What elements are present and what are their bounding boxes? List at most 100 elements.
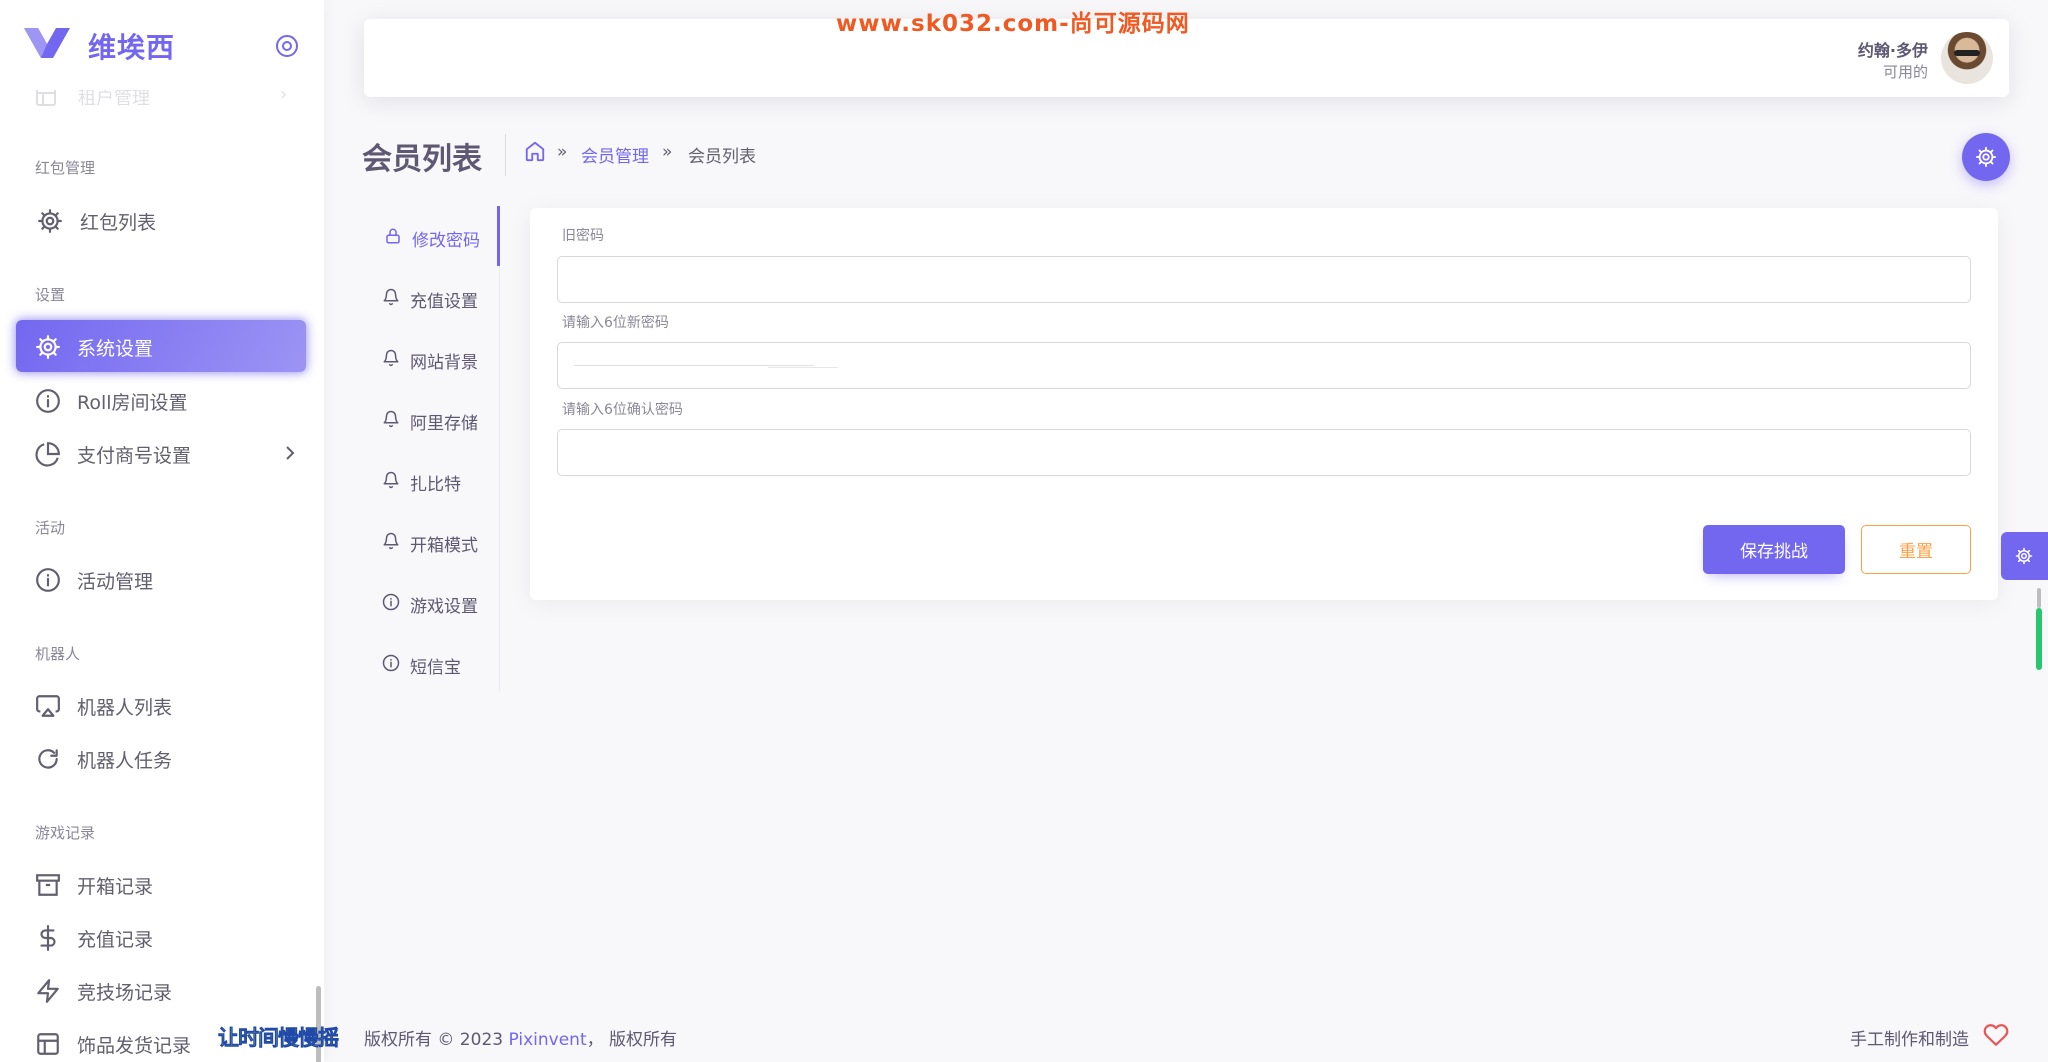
footer-copyright: 版权所有 © 2023 Pixinvent， 版权所有 bbox=[364, 1025, 677, 1050]
user-status: 可用的 bbox=[1882, 63, 1928, 81]
sidebar-item-roll-room[interactable]: Roll房间设置 bbox=[16, 374, 306, 426]
gear-icon bbox=[1975, 146, 1997, 168]
tab-label: 开箱模式 bbox=[410, 536, 478, 556]
breadcrumb-separator: » bbox=[662, 142, 673, 162]
footer-overlay-text: 让时间慢慢摇 bbox=[218, 1026, 340, 1051]
gear-icon bbox=[38, 209, 62, 233]
info-icon bbox=[382, 593, 400, 611]
breadcrumb-current: 会员列表 bbox=[688, 147, 756, 167]
change-password-card: 旧密码 请输入6位新密码 请输入6位确认密码 保存挑战 重置 bbox=[530, 208, 1998, 600]
sidebar-item-label: 充值记录 bbox=[77, 929, 154, 951]
archive-icon bbox=[36, 874, 60, 896]
sidebar-item-label: 饰品发货记录 bbox=[77, 1035, 192, 1057]
pixinvent-link[interactable]: Pixinvent bbox=[508, 1030, 586, 1050]
save-button[interactable]: 保存挑战 bbox=[1703, 525, 1845, 574]
info-icon bbox=[36, 568, 60, 592]
airplay-icon bbox=[36, 695, 60, 717]
info-icon bbox=[382, 654, 400, 672]
sidebar-item-system-settings[interactable]: 系统设置 bbox=[16, 320, 306, 372]
confirm-password-label: 请输入6位确认密码 bbox=[562, 402, 683, 418]
breadcrumb-separator: » bbox=[557, 142, 568, 162]
bell-icon bbox=[383, 288, 399, 306]
tab-label: 短信宝 bbox=[410, 658, 461, 678]
tab-game-settings[interactable]: 游戏设置 bbox=[364, 580, 500, 624]
heart-icon bbox=[1983, 1024, 2009, 1046]
confirm-password-field[interactable] bbox=[557, 429, 1971, 476]
tab-aliyun-storage[interactable]: 阿里存储 bbox=[364, 397, 500, 441]
settings-tabs: 修改密码 充值设置 网站背景 阿里存储 扎比特 开箱模式 游戏设置 短信宝 bbox=[364, 206, 500, 692]
chevron-right-icon bbox=[286, 446, 295, 460]
sidebar-item-label: 机器人列表 bbox=[77, 697, 173, 719]
tab-recharge-settings[interactable]: 充值设置 bbox=[364, 275, 500, 319]
gear-icon bbox=[2015, 547, 2033, 565]
sidebar-item-recharge-records[interactable]: 充值记录 bbox=[16, 911, 306, 963]
sidebar-item-robot-list[interactable]: 机器人列表 bbox=[16, 679, 306, 731]
gear-icon bbox=[36, 335, 60, 359]
section-title-activity: 活动 bbox=[35, 519, 66, 537]
customizer-toggle-button[interactable] bbox=[2001, 532, 2048, 580]
tab-label: 充值设置 bbox=[410, 292, 478, 312]
tab-website-background[interactable]: 网站背景 bbox=[364, 336, 500, 380]
tab-label: 修改密码 bbox=[412, 231, 480, 251]
watermark-text: www.sk032.com-尚可源码网 bbox=[836, 11, 1190, 37]
sidebar-item-payment-merchant[interactable]: 支付商号设置 bbox=[16, 427, 306, 479]
dollar-icon bbox=[40, 925, 56, 951]
tab-label: 游戏设置 bbox=[410, 597, 478, 617]
new-password-field[interactable] bbox=[557, 342, 1971, 389]
section-title-game-records: 游戏记录 bbox=[35, 824, 96, 842]
copyright-prefix: 版权所有 © 2023 bbox=[364, 1030, 509, 1050]
bell-icon bbox=[383, 471, 399, 489]
sidebar-item-label: Roll房间设置 bbox=[77, 392, 188, 414]
lock-icon bbox=[386, 228, 400, 244]
scrollbar-thumb[interactable] bbox=[2036, 608, 2042, 670]
sidebar-item-arena-records[interactable]: 竞技场记录 bbox=[16, 964, 306, 1016]
reset-button[interactable]: 重置 bbox=[1861, 525, 1971, 574]
tab-unbox-mode[interactable]: 开箱模式 bbox=[364, 519, 500, 563]
layout-icon bbox=[37, 1033, 59, 1055]
section-title-redpacket: 红包管理 bbox=[35, 159, 96, 177]
tab-label: 阿里存储 bbox=[410, 414, 478, 434]
title-divider bbox=[505, 134, 506, 176]
bell-icon bbox=[383, 532, 399, 550]
sidebar-item-label: 红包列表 bbox=[80, 212, 157, 234]
bell-icon bbox=[383, 349, 399, 367]
collapse-sidebar-icon[interactable] bbox=[274, 33, 300, 59]
copyright-suffix: ， 版权所有 bbox=[586, 1030, 678, 1050]
sidebar-item-robot-task[interactable]: 机器人任务 bbox=[16, 732, 306, 784]
zap-icon bbox=[37, 979, 59, 1003]
new-password-label: 请输入6位新密码 bbox=[562, 315, 669, 331]
sidebar-item-label: 开箱记录 bbox=[77, 876, 154, 898]
tab-label: 网站背景 bbox=[410, 353, 478, 373]
scrollbar-track bbox=[2037, 588, 2041, 608]
page-scrollbar[interactable] bbox=[2034, 588, 2044, 672]
sidebar-item-label: 系统设置 bbox=[77, 338, 154, 360]
info-icon bbox=[36, 389, 60, 413]
brand-header: 维埃西 bbox=[0, 0, 324, 90]
sidebar-item-label: 支付商号设置 bbox=[77, 445, 192, 467]
tab-change-password[interactable]: 修改密码 bbox=[364, 206, 500, 266]
section-title-settings: 设置 bbox=[35, 286, 66, 304]
avatar[interactable] bbox=[1941, 32, 1993, 84]
sidebar-item-label: 机器人任务 bbox=[77, 750, 173, 772]
footer-handcrafted-text: 手工制作和制造 bbox=[1850, 1030, 1969, 1050]
sidebar-item-activity-manage[interactable]: 活动管理 bbox=[16, 553, 306, 605]
brand-name[interactable]: 维埃西 bbox=[88, 26, 175, 66]
user-name[interactable]: 约翰·多伊 bbox=[1858, 37, 1928, 61]
tab-sms-bao[interactable]: 短信宝 bbox=[364, 641, 500, 685]
sidebar-item-label: 竞技场记录 bbox=[77, 982, 173, 1004]
old-password-field[interactable] bbox=[557, 256, 1971, 303]
sidebar-item-unbox-records[interactable]: 开箱记录 bbox=[16, 858, 306, 910]
header-settings-button[interactable] bbox=[1962, 133, 2010, 181]
home-icon[interactable] bbox=[524, 140, 546, 162]
section-title-robot: 机器人 bbox=[35, 645, 81, 663]
page-title: 会员列表 bbox=[362, 142, 482, 177]
old-password-label: 旧密码 bbox=[562, 228, 604, 244]
tab-zbit[interactable]: 扎比特 bbox=[364, 458, 500, 502]
bell-icon bbox=[383, 410, 399, 428]
vuexy-logo-icon[interactable] bbox=[24, 26, 70, 60]
sidebar-item-redpacket-list[interactable]: 红包列表 bbox=[18, 194, 308, 246]
sidebar: 维埃西 租户管理 › 红包管理 红包列表 设置 系统设置 Roll房间设置 支付… bbox=[0, 0, 324, 1062]
pie-chart-icon bbox=[35, 442, 60, 467]
sidebar-item-label: 活动管理 bbox=[77, 571, 154, 593]
breadcrumb-link-member-manage[interactable]: 会员管理 bbox=[581, 142, 649, 167]
